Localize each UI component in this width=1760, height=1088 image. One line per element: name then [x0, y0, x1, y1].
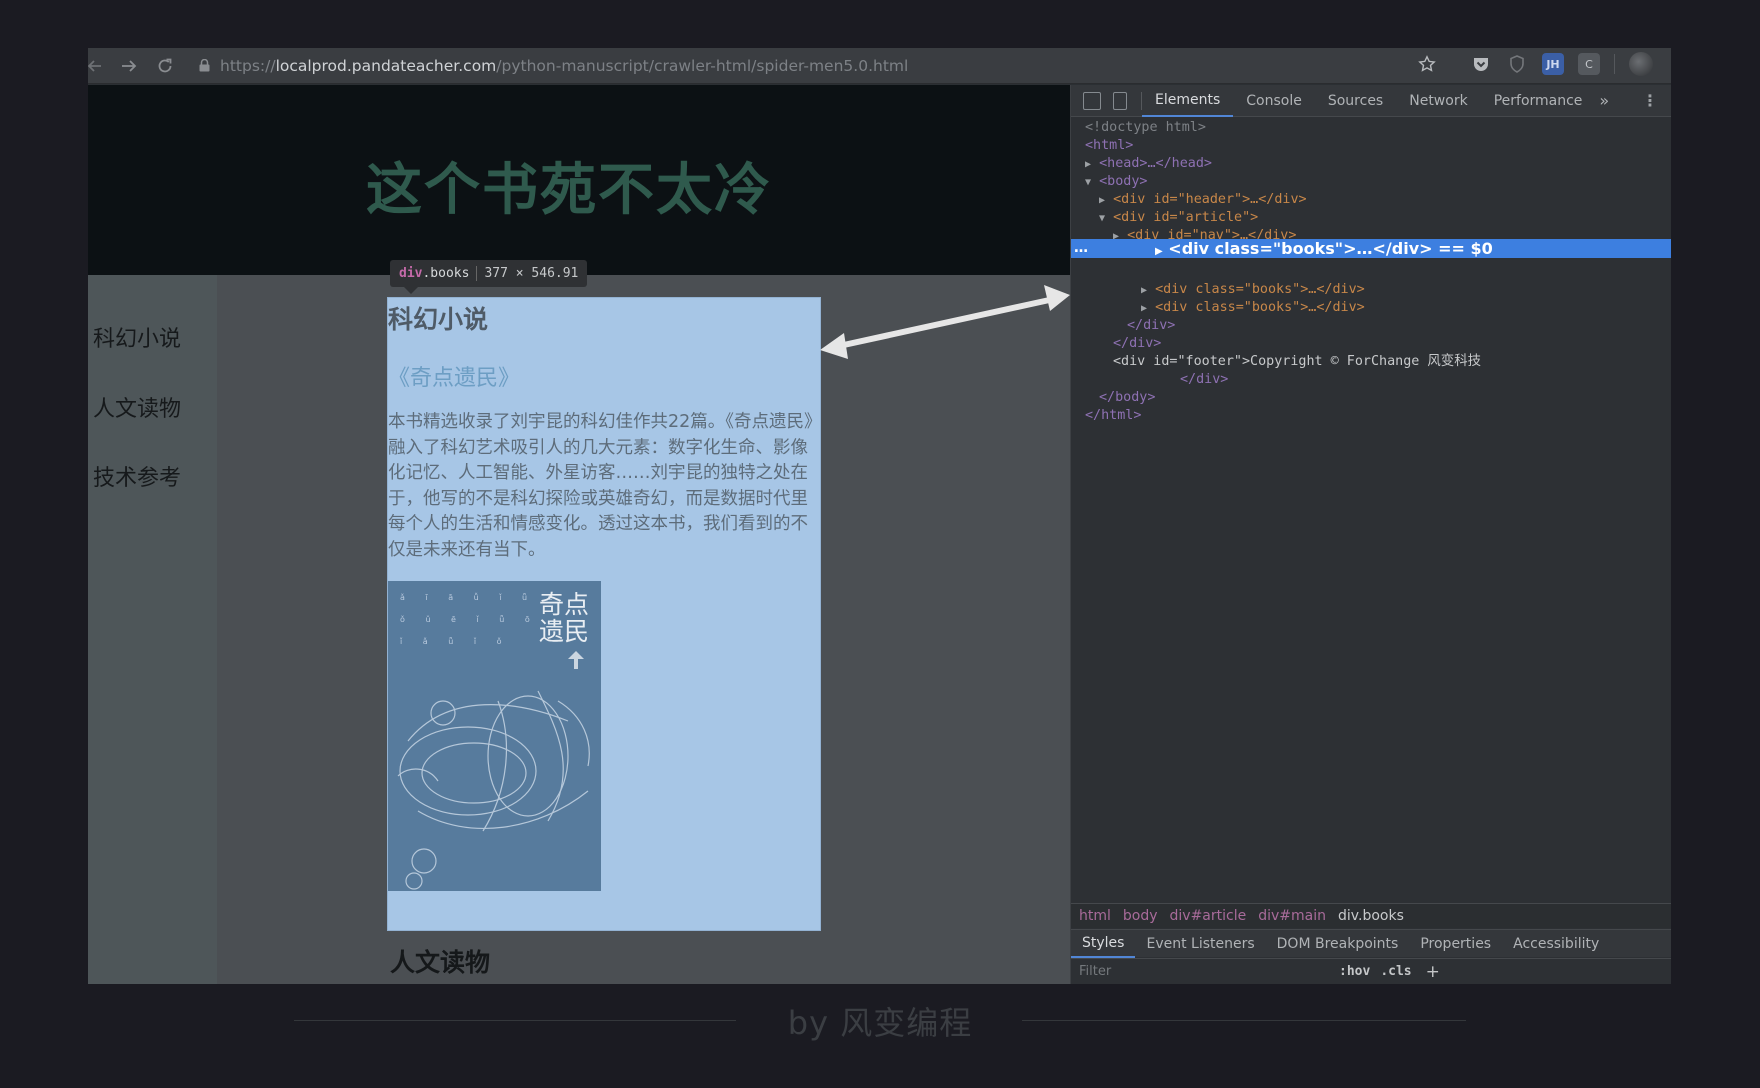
tab-properties[interactable]: Properties [1409, 930, 1502, 958]
tab-elements[interactable]: Elements [1142, 85, 1234, 117]
dom-body-row[interactable]: ▼ <body> [1085, 173, 1147, 191]
styles-filter-input[interactable]: Filter [1079, 964, 1329, 979]
dom-books-row-3[interactable]: ▶ <div class="books">…</div> [1141, 299, 1365, 317]
dom-books-selected-text: <div class="books">…</div> == $0 [1168, 239, 1493, 258]
pocket-icon[interactable] [1470, 53, 1492, 75]
url-host: localprod.pandateacher.com [275, 56, 497, 75]
expand-triangle-icon[interactable]: ▶ [1141, 285, 1147, 296]
crumb-books[interactable]: div.books [1338, 908, 1404, 924]
tab-styles[interactable]: Styles [1071, 930, 1136, 958]
dom-html[interactable]: <html> [1085, 137, 1133, 155]
tab-console[interactable]: Console [1233, 85, 1315, 117]
crumb-main[interactable]: div#main [1258, 908, 1326, 924]
lock-icon [194, 56, 214, 76]
new-style-rule-button[interactable]: + [1426, 962, 1440, 982]
dom-article-close[interactable]: </div> [1113, 335, 1161, 353]
tab-sources[interactable]: Sources [1315, 85, 1396, 117]
dom-doctype[interactable]: <!doctype html> [1085, 119, 1206, 137]
back-button[interactable] [88, 51, 110, 81]
styles-tabbar: Styles Event Listeners DOM Breakpoints P… [1071, 929, 1671, 958]
reload-button[interactable] [150, 51, 180, 81]
tab-accessibility[interactable]: Accessibility [1502, 930, 1610, 958]
tab-event-listeners[interactable]: Event Listeners [1135, 930, 1265, 958]
dom-footer[interactable]: <div id="footer">Copyright © ForChange 风… [1113, 353, 1481, 371]
arrow-left-icon [88, 59, 101, 72]
expand-triangle-icon[interactable]: ▶ [1141, 303, 1147, 314]
cls-toggle[interactable]: .cls [1380, 964, 1411, 979]
collapse-triangle-icon[interactable]: ▼ [1099, 213, 1105, 224]
tab-network[interactable]: Network [1396, 85, 1480, 117]
dom-books-selected: ▶ <div class="books">…</div> == $0 [1155, 239, 1493, 258]
toolbar-divider [1614, 54, 1615, 74]
crumb-html[interactable]: html [1079, 908, 1111, 924]
dom-books-row-2[interactable]: ▶ <div class="books">…</div> [1141, 281, 1365, 299]
extensions-bar: JH C [1416, 52, 1653, 76]
breadcrumb: html body div#article div#main div.books [1071, 903, 1671, 928]
dom-head: <head>…</head> [1099, 156, 1212, 171]
styles-filter-bar: Filter :hov .cls + [1071, 958, 1671, 984]
collapse-triangle-icon[interactable]: ▼ [1085, 177, 1091, 188]
footer-caption: by 风变编程 [787, 1004, 973, 1042]
hov-toggle[interactable]: :hov [1339, 964, 1370, 979]
dom-header-row[interactable]: ▶ <div id="header">…</div> [1099, 191, 1307, 209]
expand-triangle-icon[interactable]: ▶ [1099, 195, 1105, 206]
kebab-menu-icon[interactable]: ⋮ [1642, 93, 1658, 109]
address-bar[interactable]: https://localprod.pandateacher.com/pytho… [220, 57, 908, 75]
dom-html-close[interactable]: </html> [1085, 407, 1141, 425]
reload-icon [158, 58, 172, 72]
expand-triangle-icon[interactable]: ▶ [1155, 246, 1163, 257]
crumb-article[interactable]: div#article [1170, 908, 1247, 924]
dom-body: <body> [1099, 174, 1148, 189]
dom-selected-row[interactable]: … ▶ <div class="books">…</div> == $0 [1071, 239, 1671, 258]
arrow-right-icon [122, 59, 137, 72]
tab-dom-breakpoints[interactable]: DOM Breakpoints [1266, 930, 1410, 958]
browser-toolbar: https://localprod.pandateacher.com/pytho… [88, 48, 1671, 84]
forward-button[interactable] [114, 51, 144, 81]
dom-article: <div id="article"> [1113, 210, 1259, 225]
dom-books-3: <div class="books">…</div> [1155, 300, 1365, 315]
dom-article-row[interactable]: ▼ <div id="article"> [1099, 209, 1258, 227]
dom-footer-close[interactable]: </div> [1180, 371, 1228, 389]
dom-body-close[interactable]: </body> [1099, 389, 1155, 407]
ellipsis-icon[interactable]: … [1074, 239, 1088, 258]
dom-head-row[interactable]: ▶ <head>…</head> [1085, 155, 1212, 173]
expand-triangle-icon[interactable]: ▶ [1085, 159, 1091, 170]
device-toolbar-icon[interactable] [1113, 91, 1127, 110]
shield-icon[interactable] [1506, 53, 1528, 75]
jh-extension-icon[interactable]: JH [1542, 53, 1564, 75]
bookmark-star-icon[interactable] [1416, 53, 1438, 75]
url-path: /python-manuscript/crawler-html/spider-m… [496, 56, 909, 75]
devtools-panel: Elements Console Sources Network Perform… [1070, 85, 1671, 984]
dom-main-close[interactable]: </div> [1127, 317, 1175, 335]
crumb-body[interactable]: body [1123, 908, 1158, 924]
c-extension-icon[interactable]: C [1578, 53, 1600, 75]
tab-performance[interactable]: Performance [1481, 85, 1596, 117]
page-viewport: 这个书苑不太冷 科幻小说 人文读物 技术参考 div .books 377 × 5… [88, 85, 1070, 984]
more-tabs-button[interactable]: » [1599, 91, 1609, 110]
browser-window: https://localprod.pandateacher.com/pytho… [88, 48, 1671, 984]
dom-header: <div id="header">…</div> [1113, 192, 1307, 207]
url-scheme: https:// [220, 56, 276, 75]
inspect-element-icon[interactable] [1083, 91, 1101, 110]
annotation-double-arrow-icon [820, 285, 1070, 359]
dom-books-2: <div class="books">…</div> [1155, 282, 1365, 297]
profile-avatar[interactable] [1629, 52, 1653, 76]
devtools-tabbar: Elements Console Sources Network Perform… [1071, 85, 1671, 117]
